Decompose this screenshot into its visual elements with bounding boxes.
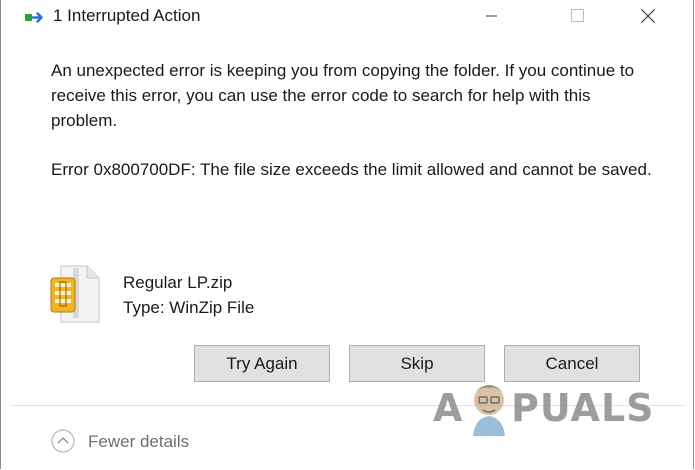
watermark-text-left: A — [433, 386, 464, 430]
try-again-button[interactable]: Try Again — [194, 345, 330, 382]
chevron-up-icon[interactable] — [51, 429, 75, 453]
file-type: Type: WinZip File — [123, 298, 255, 317]
file-name: Regular LP.zip — [123, 273, 233, 292]
window-title: 1 Interrupted Action — [53, 6, 201, 25]
watermark-text-right: PUALS — [511, 386, 655, 430]
error-code-text: Error 0x800700DF: The file size exceeds … — [51, 160, 652, 179]
minimize-button[interactable] — [469, 0, 515, 32]
copy-progress-icon — [25, 10, 47, 26]
close-icon — [641, 9, 655, 23]
error-message: An unexpected error is keeping you from … — [51, 61, 635, 130]
minimize-icon — [486, 15, 497, 17]
appuals-watermark: A PUALS — [433, 378, 654, 448]
maximize-button — [555, 0, 601, 32]
maximize-icon — [571, 9, 584, 22]
fewer-details-toggle[interactable]: Fewer details — [88, 432, 189, 452]
cancel-button[interactable]: Cancel — [504, 345, 640, 382]
interrupted-action-dialog: 1 Interrupted Action An unexpected error… — [0, 0, 694, 469]
title-bar[interactable]: 1 Interrupted Action — [1, 0, 693, 34]
zip-file-icon — [49, 264, 103, 326]
skip-button[interactable]: Skip — [349, 345, 485, 382]
mascot-icon — [473, 385, 505, 436]
close-button[interactable] — [625, 0, 671, 32]
